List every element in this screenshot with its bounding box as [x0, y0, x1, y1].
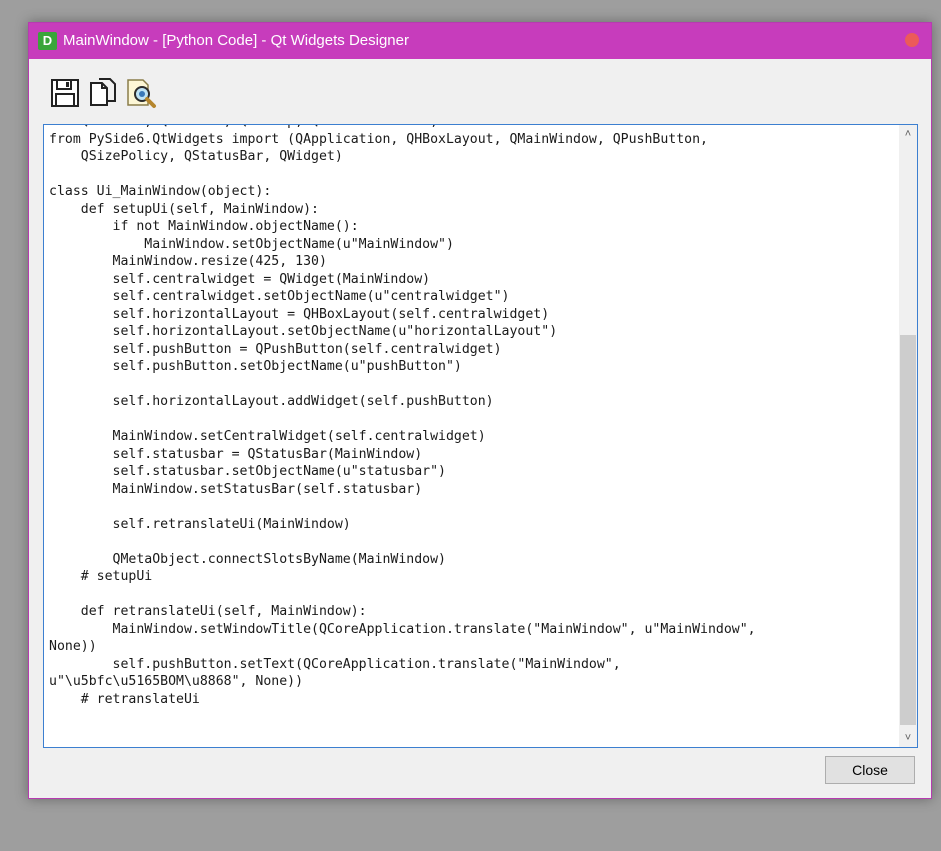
code-line[interactable]: QSizePolicy, QStatusBar, QWidget)	[49, 148, 756, 166]
code-line[interactable]: self.centralwidget = QWidget(MainWindow)	[49, 271, 756, 289]
find-icon	[127, 79, 156, 108]
python-code-dialog: D MainWindow - [Python Code] - Qt Widget…	[28, 22, 932, 799]
code-line[interactable]: u"\u5bfc\u5165BOM\u8868", None))	[49, 673, 756, 691]
code-view[interactable]: QPainter, QPalette, QPixmap, QRadialGrad…	[44, 125, 899, 747]
code-line[interactable]: # retranslateUi	[49, 691, 756, 709]
scroll-thumb[interactable]	[900, 335, 916, 725]
code-line[interactable]	[49, 586, 756, 604]
code-line[interactable]	[49, 166, 756, 184]
code-line[interactable]: None))	[49, 638, 756, 656]
code-line[interactable]: self.statusbar = QStatusBar(MainWindow)	[49, 446, 756, 464]
scroll-up-icon[interactable]: ˄	[899, 125, 917, 143]
code-editor[interactable]: QPainter, QPalette, QPixmap, QRadialGrad…	[43, 124, 918, 748]
window-close-icon[interactable]	[905, 33, 919, 47]
code-line[interactable]: def retranslateUi(self, MainWindow):	[49, 603, 756, 621]
code-line[interactable]: # setupUi	[49, 568, 756, 586]
vertical-scrollbar[interactable]: ˄ ˅	[899, 125, 917, 747]
title-bar[interactable]: D MainWindow - [Python Code] - Qt Widget…	[29, 23, 931, 59]
code-line[interactable]	[49, 376, 756, 394]
code-line[interactable]	[49, 411, 756, 429]
find-button[interactable]	[125, 77, 159, 111]
code-line[interactable]: MainWindow.setObjectName(u"MainWindow")	[49, 236, 756, 254]
save-icon	[51, 79, 79, 107]
code-line[interactable]: from PySide6.QtWidgets import (QApplicat…	[49, 131, 756, 149]
window-title: MainWindow - [Python Code] - Qt Widgets …	[63, 32, 409, 49]
code-line[interactable]: self.centralwidget.setObjectName(u"centr…	[49, 288, 756, 306]
code-line[interactable]	[49, 498, 756, 516]
code-line[interactable]: self.horizontalLayout = QHBoxLayout(self…	[49, 306, 756, 324]
code-line[interactable]: self.pushButton.setText(QCoreApplication…	[49, 656, 756, 674]
code-line[interactable]: MainWindow.setStatusBar(self.statusbar)	[49, 481, 756, 499]
code-line[interactable]: self.statusbar.setObjectName(u"statusbar…	[49, 463, 756, 481]
code-line[interactable]: self.horizontalLayout.addWidget(self.pus…	[49, 393, 756, 411]
code-line[interactable]	[49, 533, 756, 551]
code-line[interactable]: def setupUi(self, MainWindow):	[49, 201, 756, 219]
copy-icon	[90, 78, 116, 106]
code-line[interactable]: MainWindow.resize(425, 130)	[49, 253, 756, 271]
code-line[interactable]: self.pushButton.setObjectName(u"pushButt…	[49, 358, 756, 376]
code-line[interactable]: self.horizontalLayout.setObjectName(u"ho…	[49, 323, 756, 341]
code-line[interactable]: self.pushButton = QPushButton(self.centr…	[49, 341, 756, 359]
code-line[interactable]: MainWindow.setCentralWidget(self.central…	[49, 428, 756, 446]
save-button[interactable]	[49, 77, 83, 111]
code-line[interactable]: QMetaObject.connectSlotsByName(MainWindo…	[49, 551, 756, 569]
code-line[interactable]: if not MainWindow.objectName():	[49, 218, 756, 236]
code-text[interactable]: QPainter, QPalette, QPixmap, QRadialGrad…	[49, 125, 756, 708]
designer-app-icon: D	[38, 32, 57, 50]
copy-button[interactable]	[87, 77, 121, 111]
scroll-down-icon[interactable]: ˅	[899, 729, 917, 747]
close-button[interactable]: Close	[825, 756, 915, 784]
code-line[interactable]: MainWindow.setWindowTitle(QCoreApplicati…	[49, 621, 756, 639]
code-line[interactable]: self.retranslateUi(MainWindow)	[49, 516, 756, 534]
code-line[interactable]: class Ui_MainWindow(object):	[49, 183, 756, 201]
